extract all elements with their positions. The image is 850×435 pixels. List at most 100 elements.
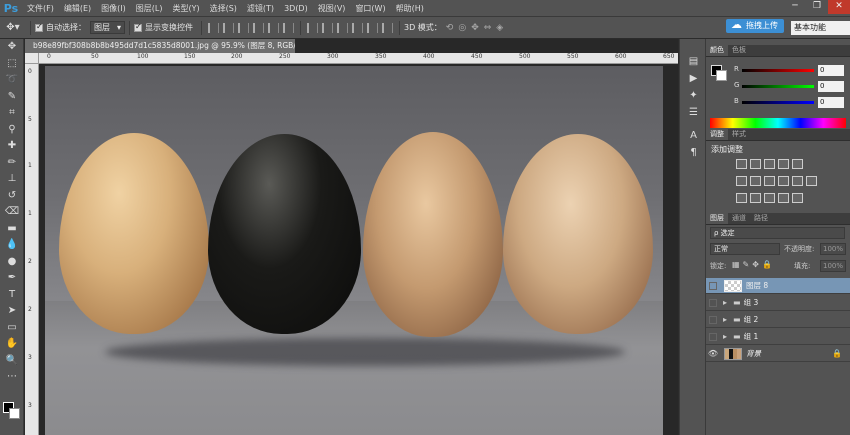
invert-icon[interactable] [736, 193, 747, 203]
healing-brush-tool-icon[interactable]: ✚ [0, 138, 24, 155]
tab-swatches[interactable]: 色板 [728, 45, 750, 56]
expand-arrow-icon[interactable]: ▸ [723, 298, 727, 307]
distribute-left-icon[interactable] [352, 22, 363, 33]
paragraph-icon[interactable]: ¶ [680, 144, 707, 161]
visibility-toggle[interactable] [709, 281, 717, 290]
blue-slider[interactable] [742, 101, 814, 104]
history-icon[interactable]: ▤ [680, 53, 707, 70]
color-balance-icon[interactable] [750, 176, 761, 186]
horizontal-ruler[interactable]: 0 50 100 150 200 250 300 350 400 450 500… [39, 53, 678, 64]
brush-presets-icon[interactable]: ✦ [680, 87, 707, 104]
menu-type[interactable]: 类型(Y) [167, 0, 204, 17]
gradient-tool-icon[interactable]: ▬ [0, 221, 24, 238]
eye-icon[interactable]: 👁 [706, 349, 720, 358]
layer-filter-dropdown[interactable]: ρ 选定 [710, 227, 845, 239]
image-canvas[interactable] [45, 66, 663, 435]
align-left-icon[interactable] [253, 22, 264, 33]
align-hcenter-icon[interactable] [268, 22, 279, 33]
clone-stamp-tool-icon[interactable]: ⊥ [0, 171, 24, 188]
tab-channels[interactable]: 通道 [728, 213, 750, 224]
menu-view[interactable]: 视图(V) [313, 0, 351, 17]
eyedropper-tool-icon[interactable]: ⚲ [0, 122, 24, 139]
eraser-tool-icon[interactable]: ⌫ [0, 204, 24, 221]
distribute-bottom-icon[interactable] [337, 22, 348, 33]
move-tool-icon[interactable]: ✥ [0, 39, 24, 56]
layer-row[interactable]: ▸ ▬ 组 2 [706, 312, 850, 328]
pen-tool-icon[interactable]: ✒ [0, 270, 24, 287]
workspace-dropdown[interactable]: 基本功能 [791, 21, 850, 35]
distribute-top-icon[interactable] [307, 22, 318, 33]
red-value-field[interactable]: 0 [818, 65, 844, 76]
menu-3d[interactable]: 3D(D) [279, 0, 313, 17]
menu-help[interactable]: 帮助(H) [391, 0, 429, 17]
black-white-icon[interactable] [764, 176, 775, 186]
background-color-box[interactable] [716, 70, 727, 81]
layer-row[interactable]: ▸ ▬ 组 3 [706, 295, 850, 311]
show-transform-checkbox[interactable] [134, 22, 142, 32]
align-vcenter-icon[interactable] [223, 22, 234, 33]
exposure-icon[interactable] [778, 159, 789, 169]
visibility-toggle[interactable] [709, 332, 717, 341]
zoom-tool-icon[interactable]: 🔍 [0, 353, 24, 370]
layer-row[interactable]: 图层 8 [706, 278, 850, 294]
background-color-swatch[interactable] [9, 408, 20, 419]
more-tools-icon[interactable]: ⋯ [0, 369, 24, 386]
character-icon[interactable]: A [680, 127, 707, 144]
hue-saturation-icon[interactable] [736, 176, 747, 186]
actions-icon[interactable]: ▶ [680, 70, 707, 87]
vertical-ruler[interactable]: 0 5 1 1 2 2 3 3 [25, 64, 39, 435]
distribute-vcenter-icon[interactable] [322, 22, 333, 33]
blend-mode-dropdown[interactable]: 正常 [710, 243, 780, 255]
green-value-field[interactable]: 0 [818, 81, 844, 92]
menu-file[interactable]: 文件(F) [22, 0, 59, 17]
lasso-tool-icon[interactable]: ➰ [0, 72, 24, 89]
layer-row[interactable]: 👁 背景 🔒 [706, 346, 850, 362]
properties-icon[interactable]: ☰ [680, 104, 707, 121]
ruler-origin[interactable] [25, 53, 39, 64]
dodge-tool-icon[interactable]: ● [0, 254, 24, 271]
menu-image[interactable]: 图像(I) [96, 0, 131, 17]
align-bottom-icon[interactable] [238, 22, 249, 33]
marquee-tool-icon[interactable]: ⬚ [0, 56, 24, 73]
tab-paths[interactable]: 路径 [750, 213, 772, 224]
auto-select-checkbox[interactable] [35, 22, 43, 32]
tab-styles[interactable]: 样式 [728, 129, 750, 140]
color-spectrum-bar[interactable] [710, 118, 846, 128]
menu-select[interactable]: 选择(S) [205, 0, 242, 17]
path-select-tool-icon[interactable]: ➤ [0, 303, 24, 320]
close-button[interactable]: ✕ [828, 0, 850, 14]
history-brush-tool-icon[interactable]: ↺ [0, 188, 24, 205]
crop-tool-icon[interactable]: ⌗ [0, 105, 24, 122]
levels-icon[interactable] [750, 159, 761, 169]
blue-value-field[interactable]: 0 [818, 97, 844, 108]
menu-filter[interactable]: 滤镜(T) [242, 0, 279, 17]
expand-arrow-icon[interactable]: ▸ [723, 332, 727, 341]
lock-options-icons[interactable]: ▦✎✥🔒 [732, 260, 775, 269]
distribute-hcenter-icon[interactable] [367, 22, 378, 33]
red-slider[interactable] [742, 69, 814, 72]
menu-edit[interactable]: 编辑(E) [59, 0, 96, 17]
vibrance-icon[interactable] [792, 159, 803, 169]
3d-mode-icons[interactable]: ⟲◎✥⇔◈ [446, 23, 508, 33]
tab-color[interactable]: 颜色 [706, 45, 728, 56]
tab-adjustments[interactable]: 调整 [706, 129, 728, 140]
align-right-icon[interactable] [283, 22, 294, 33]
brush-tool-icon[interactable]: ✏ [0, 155, 24, 172]
blur-tool-icon[interactable]: 💧 [0, 237, 24, 254]
quick-select-tool-icon[interactable]: ✎ [0, 89, 24, 106]
photo-filter-icon[interactable] [778, 176, 789, 186]
document-tab[interactable]: b98e89fbf308b8b8b495dd7d1c5835d8001.jpg … [25, 39, 295, 53]
move-tool-preset-icon[interactable]: ✥▾ [0, 22, 26, 33]
selective-color-icon[interactable] [792, 193, 803, 203]
auto-select-dropdown[interactable]: 图层 [90, 21, 125, 34]
curves-icon[interactable] [764, 159, 775, 169]
visibility-toggle[interactable] [709, 298, 717, 307]
restore-button[interactable]: ❐ [806, 0, 828, 14]
threshold-icon[interactable] [764, 193, 775, 203]
fill-field[interactable]: 100% [820, 260, 846, 272]
tab-layers[interactable]: 图层 [706, 213, 728, 224]
opacity-field[interactable]: 100% [820, 243, 846, 255]
distribute-right-icon[interactable] [382, 22, 393, 33]
gradient-map-icon[interactable] [778, 193, 789, 203]
hand-tool-icon[interactable]: ✋ [0, 336, 24, 353]
